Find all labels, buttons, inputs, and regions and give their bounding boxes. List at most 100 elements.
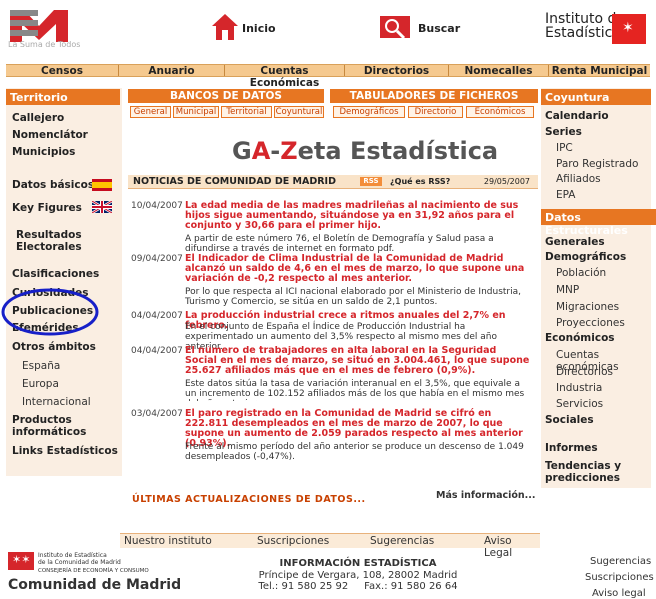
link-informes[interactable]: Informes bbox=[545, 442, 598, 454]
top-nav: Censos Anuario Cuentas Económicas Direct… bbox=[6, 64, 650, 89]
uk-flag-icon bbox=[92, 201, 112, 213]
link-nomenclator[interactable]: Nomenclátor bbox=[12, 129, 88, 141]
tab-economicos[interactable]: Económicos bbox=[466, 106, 534, 118]
search-link[interactable]: Buscar bbox=[418, 22, 460, 35]
link-ipc[interactable]: IPC bbox=[556, 142, 573, 154]
comunidad-madrid-logo-text[interactable]: Comunidad de Madrid bbox=[8, 577, 181, 593]
news-date: 09/04/2007 bbox=[131, 254, 183, 264]
link-productos[interactable]: Productos bbox=[12, 414, 72, 426]
section-territorio[interactable]: Territorio bbox=[6, 89, 120, 105]
latest-updates-link[interactable]: ÚLTIMAS ACTUALIZACIONES DE DATOS... bbox=[132, 494, 366, 505]
section-coyuntura[interactable]: Coyuntura bbox=[541, 89, 651, 105]
news-headline[interactable]: El Indicador de Clima Industrial de la C… bbox=[185, 254, 530, 284]
news-date: 04/04/2007 bbox=[131, 346, 183, 356]
link-datos-basicos[interactable]: Datos básicos bbox=[12, 179, 94, 191]
logo-caption: La Suma de Todos bbox=[8, 40, 81, 49]
rss-badge[interactable]: RSS bbox=[360, 177, 382, 186]
tab-general[interactable]: General bbox=[130, 106, 171, 118]
footer-phone: Tel.: 91 580 25 92 Fax.: 91 580 26 64 bbox=[258, 581, 458, 592]
footer-link-instituto[interactable]: Nuestro instituto bbox=[124, 535, 212, 547]
footer-link-sugerencias[interactable]: Sugerencias bbox=[370, 535, 434, 547]
link-internacional[interactable]: Internacional bbox=[22, 396, 91, 408]
nav-directorios[interactable]: Directorios bbox=[345, 65, 449, 77]
link-afiliados[interactable]: Afiliados bbox=[556, 173, 601, 185]
link-migraciones[interactable]: Migraciones bbox=[556, 301, 619, 313]
link-links-estadisticos[interactable]: Links Estadísticos bbox=[12, 445, 118, 457]
link-predicciones[interactable]: predicciones bbox=[545, 472, 620, 484]
link-demograficos[interactable]: Demográficos bbox=[545, 251, 626, 263]
news-headline[interactable]: La edad media de las madres madrileñas a… bbox=[185, 201, 530, 231]
footer-logo-text: Instituto de Estadística de la Comunidad… bbox=[38, 552, 149, 574]
nav-nomecalles[interactable]: Nomecalles bbox=[449, 65, 549, 77]
tab-demograficos[interactable]: Demográficos bbox=[333, 106, 405, 118]
footer-right-aviso[interactable]: Aviso legal bbox=[592, 588, 646, 599]
link-paro[interactable]: Paro Registrado bbox=[556, 158, 638, 170]
footer-flag-logo: ✶✶ bbox=[8, 552, 34, 570]
news-body: Este datos sitúa la tasa de variación in… bbox=[185, 379, 525, 401]
news-date: 04/04/2007 bbox=[131, 311, 183, 321]
link-epa[interactable]: EPA bbox=[556, 189, 575, 201]
bancos-header: BANCOS DE DATOS bbox=[128, 89, 324, 103]
link-servicios[interactable]: Servicios bbox=[556, 398, 603, 410]
link-informaticos[interactable]: informáticos bbox=[12, 426, 86, 438]
link-sociales[interactable]: Sociales bbox=[545, 414, 594, 426]
news-date: 29/05/2007 bbox=[483, 177, 530, 186]
link-clasificaciones[interactable]: Clasificaciones bbox=[12, 268, 99, 280]
link-mnp[interactable]: MNP bbox=[556, 284, 579, 296]
link-calendario[interactable]: Calendario bbox=[545, 110, 609, 122]
tabuladores-header: TABULADORES DE FICHEROS bbox=[330, 89, 538, 103]
news-headline[interactable]: El número de trabajadores en alta labora… bbox=[185, 346, 530, 376]
link-industria[interactable]: Industria bbox=[556, 382, 602, 394]
news-item: 04/04/2007 La producción industrial crec… bbox=[128, 311, 538, 353]
section-estructurales[interactable]: Datos Estructurales bbox=[541, 209, 656, 237]
nav-censos[interactable]: Censos bbox=[6, 65, 119, 77]
link-otros-ambitos[interactable]: Otros ámbitos bbox=[12, 341, 96, 353]
footer-info-title: INFORMACIÓN ESTADÍSTICA bbox=[279, 558, 437, 569]
link-resultados[interactable]: Resultados bbox=[16, 229, 82, 241]
news-title: NOTICIAS DE COMUNIDAD DE MADRID bbox=[133, 176, 336, 187]
nav-renta[interactable]: Renta Municipal bbox=[549, 65, 650, 77]
link-proyecciones[interactable]: Proyecciones bbox=[556, 317, 625, 329]
link-callejero[interactable]: Callejero bbox=[12, 112, 64, 124]
news-body: Por lo que respecta al ICI nacional elab… bbox=[185, 287, 521, 307]
news-item: 09/04/2007 El Indicador de Clima Industr… bbox=[128, 254, 538, 308]
link-europa[interactable]: Europa bbox=[22, 378, 59, 390]
link-key-figures[interactable]: Key Figures bbox=[12, 202, 82, 214]
link-municipios[interactable]: Municipios bbox=[12, 146, 75, 158]
footer-links-bar: Nuestro instituto Suscripciones Sugerenc… bbox=[120, 533, 540, 559]
footer-right-sugerencias[interactable]: Sugerencias bbox=[590, 556, 651, 567]
news-body: Frente al mismo período del año anterior… bbox=[185, 442, 524, 462]
what-is-rss-link[interactable]: ¿Qué es RSS? bbox=[390, 177, 450, 186]
tab-municipal[interactable]: Municipal bbox=[173, 106, 219, 118]
link-economicos[interactable]: Económicos bbox=[545, 332, 615, 344]
highlight-ellipse bbox=[1, 288, 99, 336]
page-title: GA-Zeta Estadística bbox=[232, 137, 499, 165]
news-date: 03/04/2007 bbox=[131, 409, 183, 419]
link-generales[interactable]: Generales bbox=[545, 236, 605, 248]
link-directorios[interactable]: Directorios bbox=[556, 366, 613, 378]
nav-anuario[interactable]: Anuario bbox=[119, 65, 225, 77]
comunidad-madrid-logo[interactable] bbox=[8, 8, 70, 44]
stars-icon: ✶✶ bbox=[12, 553, 31, 566]
link-electorales[interactable]: Electorales bbox=[16, 241, 82, 253]
news-item: 03/04/2007 El paro registrado en la Comu… bbox=[128, 409, 538, 463]
tab-territorial[interactable]: Territorial bbox=[221, 106, 272, 118]
link-poblacion[interactable]: Población bbox=[556, 267, 606, 279]
home-link[interactable]: Inicio bbox=[242, 22, 276, 35]
news-date: 10/04/2007 bbox=[131, 201, 183, 211]
link-espana[interactable]: España bbox=[22, 360, 60, 372]
news-body: A partir de este número 76, el Boletín d… bbox=[185, 234, 494, 254]
home-icon[interactable] bbox=[210, 12, 240, 42]
link-series[interactable]: Series bbox=[545, 126, 582, 138]
footer-link-suscripciones[interactable]: Suscripciones bbox=[257, 535, 329, 547]
stars-icon: ✶ bbox=[622, 20, 634, 36]
more-info-link[interactable]: Más información... bbox=[436, 490, 536, 501]
nav-cuentas[interactable]: Cuentas Económicas bbox=[225, 65, 345, 89]
footer-right-suscripciones[interactable]: Suscripciones bbox=[585, 572, 654, 583]
tab-directorio[interactable]: Directorio bbox=[408, 106, 463, 118]
search-icon[interactable] bbox=[380, 12, 410, 42]
tab-coyuntural[interactable]: Coyuntural bbox=[274, 106, 324, 118]
link-tendencias[interactable]: Tendencias y bbox=[545, 460, 621, 472]
news-item: 04/04/2007 El número de trabajadores en … bbox=[128, 346, 538, 401]
footer-link-aviso[interactable]: Aviso Legal bbox=[484, 535, 540, 559]
